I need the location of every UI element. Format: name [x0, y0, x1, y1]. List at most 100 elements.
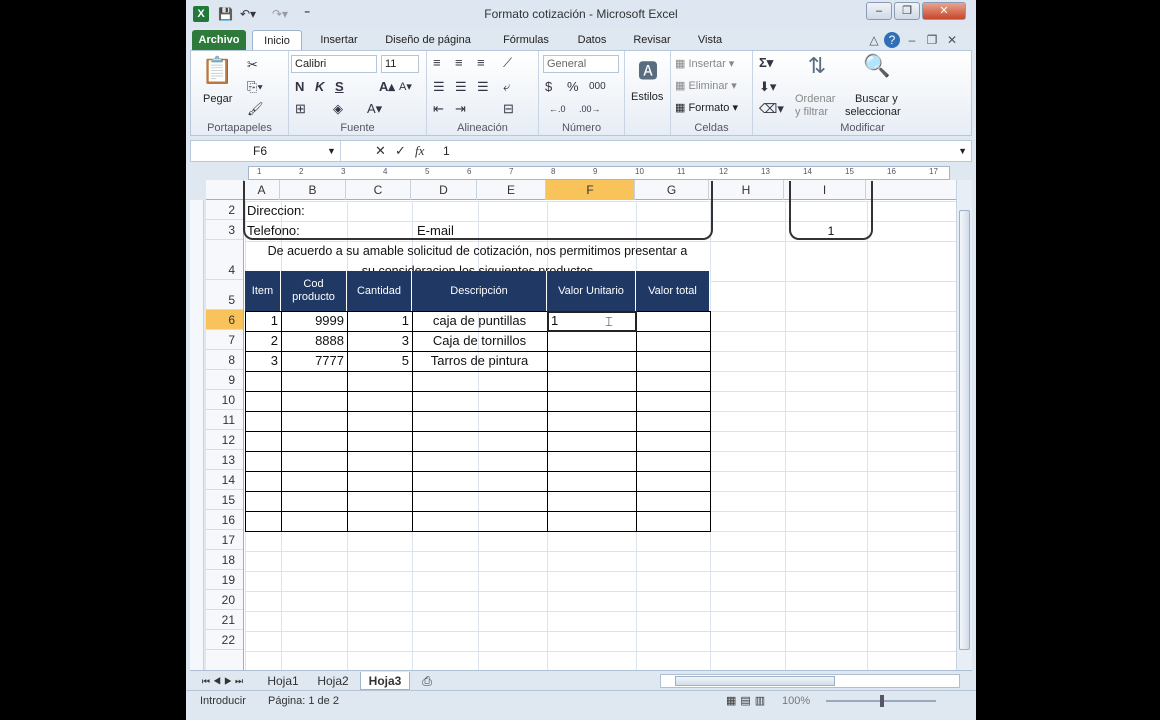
align-top-icon[interactable]: ≡ — [433, 55, 441, 71]
name-box[interactable]: F6 — [191, 141, 341, 161]
select-all-button[interactable] — [206, 180, 244, 200]
doc-close-icon[interactable]: ✕ — [944, 32, 960, 48]
italic-button[interactable]: K — [315, 79, 324, 95]
close-button[interactable]: ✕ — [922, 2, 966, 20]
doc-restore-icon[interactable]: ❐ — [924, 32, 940, 48]
styles-icon[interactable]: 🅰 — [633, 55, 663, 84]
shrink-font-icon[interactable]: A▾ — [399, 79, 412, 95]
grow-font-icon[interactable]: A▴ — [379, 79, 395, 95]
zoom-slider[interactable] — [826, 695, 936, 707]
formula-input[interactable]: 1 — [443, 141, 450, 161]
row-header-2[interactable]: 2 — [206, 200, 243, 220]
comma-style-icon[interactable]: 000 — [589, 79, 606, 95]
fill-color-icon[interactable]: ◈ — [333, 101, 343, 117]
row-header-5[interactable]: 5 — [206, 280, 243, 310]
vertical-scrollbar[interactable] — [956, 180, 972, 670]
row-header-21[interactable]: 21 — [206, 610, 243, 630]
view-buttons-icon[interactable]: ▦▤▥ — [726, 693, 769, 709]
tab-archivo[interactable]: Archivo — [192, 30, 246, 50]
decrease-indent-icon[interactable]: ⇤ — [433, 101, 444, 117]
tab-inicio[interactable]: Inicio — [252, 30, 302, 50]
row-header-9[interactable]: 9 — [206, 370, 243, 390]
row-header-8[interactable]: 8 — [206, 350, 243, 370]
autosum-icon[interactable]: Σ▾ — [759, 55, 773, 71]
align-center-icon[interactable]: ☰ — [455, 79, 467, 95]
confirm-entry-icon[interactable]: ✓ — [395, 141, 406, 161]
tab-insertar[interactable]: Insertar — [310, 30, 368, 50]
horizontal-scroll-thumb[interactable] — [675, 676, 835, 686]
cut-icon[interactable]: ✂ — [247, 57, 258, 73]
orientation-icon[interactable]: ⟋ — [503, 55, 512, 71]
insert-function-icon[interactable]: fx — [415, 141, 424, 161]
font-color-icon[interactable]: A▾ — [367, 101, 382, 117]
row-header-19[interactable]: 19 — [206, 570, 243, 590]
row-header-17[interactable]: 17 — [206, 530, 243, 550]
sort-filter-label-1[interactable]: Ordenar — [795, 93, 835, 105]
currency-icon[interactable]: $ — [545, 79, 552, 95]
paste-icon[interactable]: 📋 — [201, 55, 233, 86]
font-name-combo[interactable]: Calibri — [291, 55, 377, 73]
tab-datos[interactable]: Datos — [568, 30, 616, 50]
wrap-text-icon[interactable]: ⤶ — [503, 79, 510, 95]
align-bottom-icon[interactable]: ≡ — [477, 55, 485, 71]
sort-filter-icon[interactable]: ⇅ — [797, 53, 837, 79]
find-select-label-2[interactable]: seleccionar — [845, 106, 901, 118]
row-header-22[interactable]: 22 — [206, 630, 243, 650]
tab-diseno-pagina[interactable]: Diseño de página — [378, 30, 478, 50]
borders-icon[interactable]: ⊞ — [295, 101, 306, 117]
name-box-dropdown-icon[interactable]: ▼ — [327, 141, 336, 161]
clear-icon[interactable]: ⌫▾ — [759, 101, 784, 117]
row-header-4[interactable]: 4 — [206, 240, 243, 280]
vertical-scroll-thumb[interactable] — [959, 210, 970, 650]
active-cell-value[interactable]: 1 — [551, 311, 581, 331]
row-header-12[interactable]: 12 — [206, 430, 243, 450]
column-header-h[interactable]: H — [709, 180, 784, 200]
find-select-label-1[interactable]: Buscar y — [855, 93, 898, 105]
decrease-decimal-icon[interactable]: .00→ — [579, 101, 601, 117]
sheet-tab-hoja2[interactable]: Hoja2 — [310, 672, 356, 690]
increase-decimal-icon[interactable]: ←.0 — [549, 101, 566, 117]
sheet-tab-hoja3[interactable]: Hoja3 — [360, 672, 410, 690]
row-header-16[interactable]: 16 — [206, 510, 243, 530]
horizontal-scrollbar[interactable] — [660, 674, 960, 688]
styles-button-label[interactable]: Estilos — [631, 91, 663, 103]
zoom-level[interactable]: 100% — [782, 693, 810, 709]
format-painter-icon[interactable]: 🖌 — [247, 101, 264, 117]
row-header-14[interactable]: 14 — [206, 470, 243, 490]
cancel-entry-icon[interactable]: ✕ — [375, 141, 386, 161]
doc-minimize-icon[interactable]: – — [904, 32, 920, 48]
fill-icon[interactable]: ⬇▾ — [759, 79, 776, 95]
row-header-11[interactable]: 11 — [206, 410, 243, 430]
find-select-icon[interactable]: 🔍 — [857, 53, 897, 79]
row-header-13[interactable]: 13 — [206, 450, 243, 470]
align-middle-icon[interactable]: ≡ — [455, 55, 463, 71]
paste-button-label[interactable]: Pegar — [203, 93, 232, 105]
tab-vista[interactable]: Vista — [688, 30, 732, 50]
sheet-tab-hoja1[interactable]: Hoja1 — [260, 672, 306, 690]
row-header-20[interactable]: 20 — [206, 590, 243, 610]
increase-indent-icon[interactable]: ⇥ — [455, 101, 466, 117]
delete-cells-button[interactable]: ▦ Eliminar ▾ — [675, 79, 737, 92]
sheet-nav-arrows-icon[interactable]: ⏮◀▶⏭ — [194, 672, 254, 690]
merge-center-icon[interactable]: ⊟ — [503, 101, 514, 117]
percent-icon[interactable]: % — [567, 79, 579, 95]
row-header-18[interactable]: 18 — [206, 550, 243, 570]
row-header-10[interactable]: 10 — [206, 390, 243, 410]
row-header-7[interactable]: 7 — [206, 330, 243, 350]
row-header-6[interactable]: 6 — [206, 310, 243, 330]
font-size-combo[interactable]: 11 — [381, 55, 419, 73]
sort-filter-label-2[interactable]: y filtrar — [795, 106, 828, 118]
format-cells-button[interactable]: ▦ Formato ▾ — [675, 101, 738, 114]
help-icon[interactable]: ? — [884, 32, 900, 48]
tab-formulas[interactable]: Fórmulas — [490, 30, 562, 50]
row-header-3[interactable]: 3 — [206, 220, 243, 240]
insert-cells-button[interactable]: ▦ Insertar ▾ — [675, 57, 734, 70]
copy-icon[interactable]: ⎘▾ — [247, 79, 263, 95]
worksheet[interactable]: ABCDEFGHI 2 3 4 5 6 7 8 9 10 11 12 13 14 15 16 17 18 19 20… — [206, 180, 956, 670]
expand-formula-bar-icon[interactable]: ▼ — [958, 141, 967, 161]
restore-button[interactable]: ❐ — [894, 2, 920, 20]
insert-sheet-icon[interactable]: ⎙ — [416, 672, 438, 690]
minimize-ribbon-icon[interactable]: △ — [866, 32, 882, 48]
align-left-icon[interactable]: ☰ — [433, 79, 445, 95]
tab-revisar[interactable]: Revisar — [626, 30, 678, 50]
